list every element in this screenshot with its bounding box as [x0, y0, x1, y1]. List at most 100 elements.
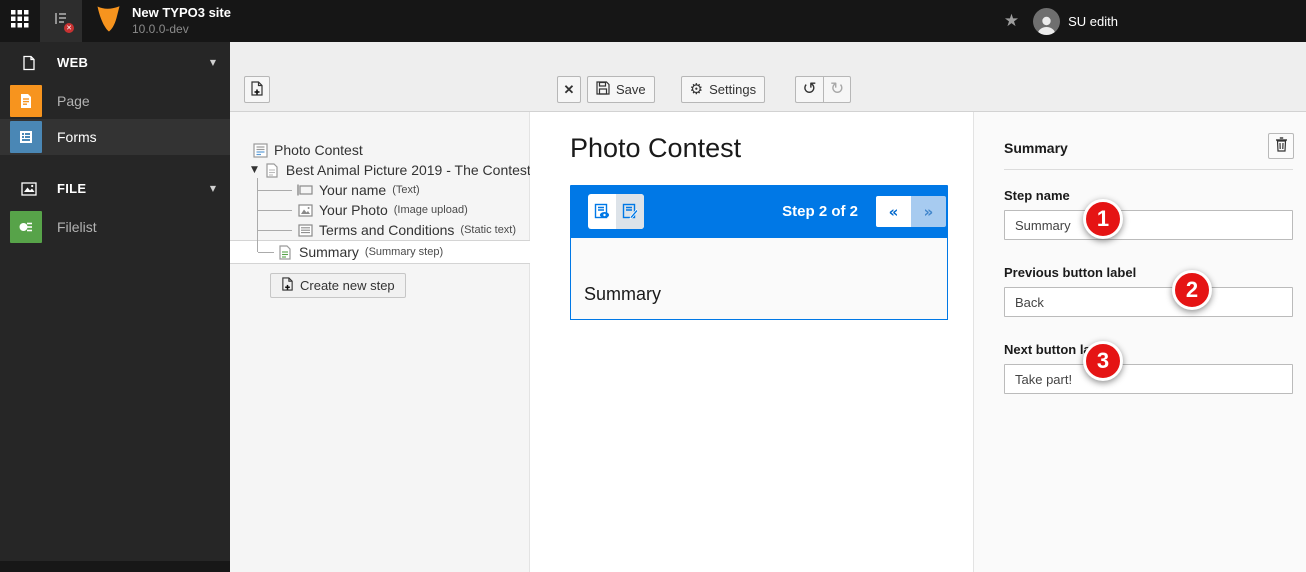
view-mode-toggle — [588, 194, 644, 229]
form-stage-panel: Photo Contest Step 2 of 2 « » Su — [530, 112, 973, 572]
field-group-previous-label: Previous button label — [1004, 265, 1293, 317]
bookmark-star-icon[interactable]: ★ — [1004, 11, 1019, 31]
step-name-input[interactable] — [1004, 210, 1293, 240]
tree-item-type: (Image upload) — [394, 204, 468, 216]
tree-item-label: Terms and Conditions — [319, 222, 454, 238]
previous-step-button[interactable]: « — [876, 196, 911, 227]
delete-step-button[interactable] — [1268, 133, 1294, 159]
redo-button[interactable]: ↻ — [823, 76, 851, 103]
step-pagination: « » — [876, 196, 946, 227]
form-tree: Photo Contest ▼ Best Animal Picture 2019… — [230, 112, 529, 298]
sidebar-item-label: Page — [57, 93, 90, 109]
tree-item-label: Your name — [319, 182, 386, 198]
file-group-icon — [13, 182, 45, 196]
typo3-logo — [96, 5, 122, 38]
annotation-badge-3: 3 — [1083, 341, 1123, 381]
tree-item-step-1[interactable]: ▼ Best Animal Picture 2019 - The Contest — [230, 160, 529, 180]
tree-item-label: Your Photo — [319, 202, 388, 218]
step-content-area[interactable]: Summary — [570, 238, 948, 320]
opendocs-close-badge: ✕ — [64, 23, 74, 33]
doc-header-toolbar: ✕ Save ⚙ Settings ↺ ↻ — [230, 42, 1306, 112]
new-form-button[interactable] — [244, 76, 270, 103]
annotation-badge-1: 1 — [1083, 199, 1123, 239]
form-icon — [252, 143, 268, 158]
module-group-label: WEB — [57, 55, 88, 70]
inspector-panel: Summary Step name Previous button label … — [973, 112, 1306, 572]
tree-item-summary-selected[interactable]: Summary (Summary step) — [230, 240, 530, 264]
edit-mode-button[interactable] — [616, 194, 644, 229]
step-indicator: Step 2 of 2 — [782, 203, 858, 220]
create-new-step-button[interactable]: Create new step — [270, 273, 406, 298]
tree-connector — [258, 190, 292, 191]
form-preview-panel: Step 2 of 2 « » Summary — [570, 185, 948, 320]
tree-item-label: Best Animal Picture 2019 - The Contest — [286, 162, 531, 178]
tree-item-type: (Static text) — [460, 224, 516, 236]
field-label: Next button label — [1004, 342, 1293, 357]
field-group-step-name: Step name — [1004, 188, 1293, 240]
sidebar-item-forms[interactable]: Forms — [0, 119, 230, 155]
new-document-icon — [250, 81, 264, 99]
chevron-down-icon: ▼ — [210, 58, 216, 67]
page-step-icon — [264, 163, 280, 178]
page-module-icon — [10, 85, 42, 117]
form-panel-header: Step 2 of 2 « » — [570, 185, 948, 238]
gear-icon: ⚙ — [690, 82, 703, 97]
tree-connector — [258, 210, 292, 211]
step-content-label: Summary — [584, 284, 661, 305]
avatar — [1033, 8, 1060, 35]
form-title: Photo Contest — [570, 133, 741, 164]
user-menu[interactable]: SU edith — [1033, 8, 1118, 35]
module-group-file[interactable]: FILE ▼ — [0, 168, 230, 209]
tree-item-form-root[interactable]: Photo Contest — [230, 140, 529, 160]
previous-button-label-input[interactable] — [1004, 287, 1293, 317]
sidebar-item-label: Forms — [57, 129, 97, 145]
sidebar-footer-bar[interactable] — [0, 561, 230, 572]
tree-connector — [258, 252, 274, 253]
collapse-caret-icon[interactable]: ▼ — [251, 165, 258, 175]
web-group-icon — [13, 55, 45, 71]
topbar-right: ★ SU edith — [1004, 0, 1118, 42]
module-grid-button[interactable] — [0, 0, 40, 42]
typo3-backend: ✕ New TYPO3 site 10.0.0-dev ★ SU edith — [0, 0, 1306, 572]
username: SU edith — [1068, 14, 1118, 29]
static-text-icon — [297, 224, 313, 237]
next-step-button[interactable]: » — [911, 196, 946, 227]
sidebar-item-page[interactable]: Page — [0, 83, 230, 119]
tree-item-type: (Text) — [392, 184, 420, 196]
forms-module-icon — [10, 121, 42, 153]
site-brand: New TYPO3 site 10.0.0-dev — [82, 0, 231, 42]
close-button[interactable]: ✕ — [557, 76, 581, 103]
create-new-step-label: Create new step — [300, 278, 395, 293]
site-version: 10.0.0-dev — [132, 22, 231, 37]
sidebar-item-filelist[interactable]: Filelist — [0, 209, 230, 245]
form-structure-panel: Photo Contest ▼ Best Animal Picture 2019… — [230, 112, 530, 572]
summary-step-icon — [277, 245, 293, 260]
inspector-divider — [1004, 169, 1293, 170]
text-field-icon — [297, 184, 313, 196]
tree-connector — [258, 230, 292, 231]
module-menu: WEB ▼ Page Forms FILE ▼ Fil — [0, 42, 230, 572]
module-group-web[interactable]: WEB ▼ — [0, 42, 230, 83]
annotation-badge-2: 2 — [1172, 270, 1212, 310]
undo-icon: ↺ — [802, 81, 816, 98]
field-label: Previous button label — [1004, 265, 1293, 280]
undo-button[interactable]: ↺ — [795, 76, 823, 103]
top-bar: ✕ New TYPO3 site 10.0.0-dev ★ SU edith — [0, 0, 1306, 42]
settings-button[interactable]: ⚙ Settings — [681, 76, 765, 103]
next-button-label-input[interactable] — [1004, 364, 1293, 394]
trash-icon — [1275, 137, 1288, 155]
save-icon — [596, 81, 610, 98]
field-label: Step name — [1004, 188, 1293, 203]
tree-item-label: Summary — [299, 244, 359, 260]
preview-mode-button[interactable] — [588, 194, 616, 229]
save-button[interactable]: Save — [587, 76, 655, 103]
filelist-module-icon — [10, 211, 42, 243]
site-title: New TYPO3 site — [132, 5, 231, 21]
save-label: Save — [616, 82, 646, 97]
opendocs-toolbar-button[interactable]: ✕ — [40, 0, 82, 42]
grid-icon — [11, 10, 29, 33]
redo-icon: ↻ — [830, 81, 844, 98]
tree-item-type: (Summary step) — [365, 246, 443, 258]
new-document-icon — [281, 277, 294, 294]
module-group-label: FILE — [57, 181, 86, 196]
